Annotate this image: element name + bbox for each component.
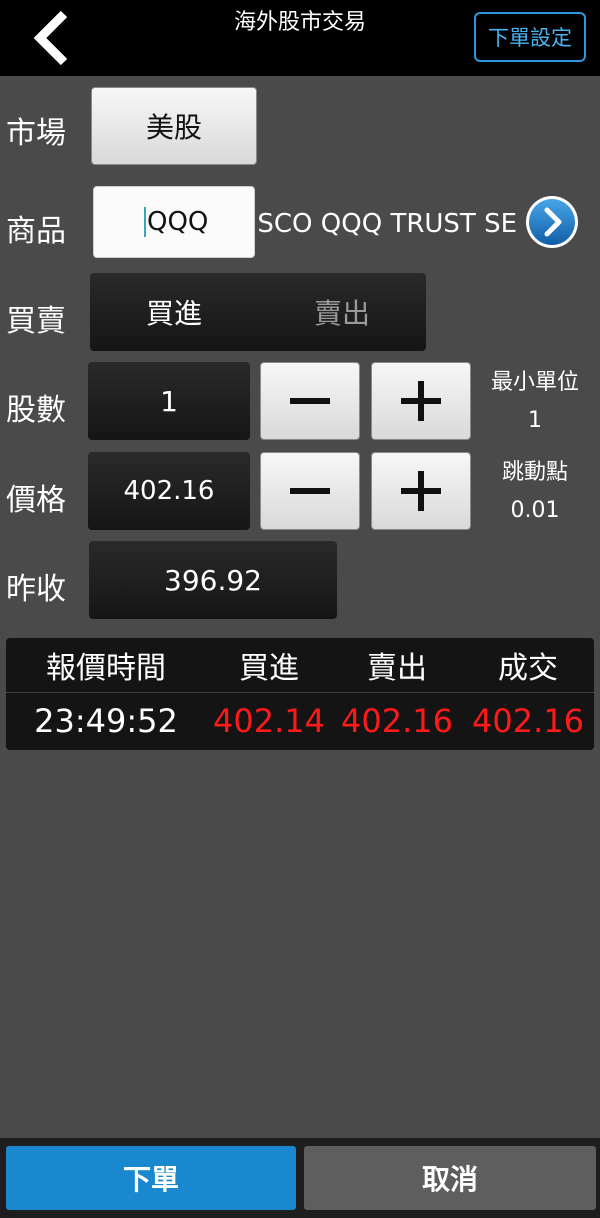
prev-close-value: 396.92 [89, 541, 337, 619]
cancel-button[interactable]: 取消 [304, 1146, 596, 1210]
quote-bid: 402.14 [213, 702, 325, 740]
price-increase-button[interactable] [371, 452, 471, 530]
side-label: 買賣 [6, 304, 66, 339]
minus-icon [290, 488, 330, 494]
quote-divider [6, 692, 594, 693]
product-symbol-value: QQQ [147, 207, 209, 237]
product-symbol-input[interactable]: QQQ [93, 186, 255, 258]
plus-icon [401, 381, 441, 421]
chevron-right-circle-icon [526, 196, 578, 248]
min-unit-value: 1 [528, 408, 542, 433]
order-settings-button[interactable]: 下單設定 [474, 12, 586, 62]
price-input[interactable]: 402.16 [88, 452, 250, 530]
plus-icon [401, 471, 441, 511]
text-caret [144, 207, 146, 237]
tick-info: 跳動點 0.01 [470, 454, 600, 530]
quote-header-time: 報價時間 [46, 651, 166, 686]
buy-option[interactable]: 買進 [90, 273, 258, 351]
shares-label: 股數 [6, 393, 66, 428]
quote-last: 402.16 [472, 702, 584, 740]
side-toggle: 買進 賣出 [90, 273, 426, 351]
product-detail-button[interactable] [524, 194, 580, 250]
quote-table: 報價時間 買進 賣出 成交 23:49:52 402.14 402.16 402… [6, 638, 594, 750]
tick-value: 0.01 [510, 498, 560, 523]
quote-header-bid: 買進 [239, 651, 299, 686]
product-name: SCO QQQ TRUST SE [257, 209, 517, 239]
place-order-button[interactable]: 下單 [6, 1146, 296, 1210]
tick-label: 跳動點 [501, 460, 568, 485]
prev-close-label: 昨收 [6, 572, 66, 607]
quote-data-row: 23:49:52 402.14 402.16 402.16 [6, 694, 594, 748]
minus-icon [290, 398, 330, 404]
market-selector[interactable]: 美股 [91, 87, 257, 165]
shares-decrease-button[interactable] [260, 362, 360, 440]
min-unit-info: 最小單位 1 [470, 364, 600, 440]
market-label: 市場 [6, 116, 66, 151]
bottom-action-bar: 下單 取消 [0, 1138, 600, 1218]
quote-header-row: 報價時間 買進 賣出 成交 [6, 638, 594, 692]
min-unit-label: 最小單位 [490, 370, 579, 395]
sell-option[interactable]: 賣出 [258, 273, 426, 351]
quote-time: 23:49:52 [34, 702, 178, 740]
price-decrease-button[interactable] [260, 452, 360, 530]
quote-header-ask: 賣出 [367, 651, 427, 686]
quote-header-last: 成交 [498, 651, 558, 686]
shares-increase-button[interactable] [371, 362, 471, 440]
shares-input[interactable]: 1 [88, 362, 250, 440]
top-bar: 海外股市交易 下單設定 [0, 0, 600, 76]
product-label: 商品 [6, 214, 66, 249]
quote-ask: 402.16 [341, 702, 453, 740]
price-label: 價格 [6, 483, 66, 518]
